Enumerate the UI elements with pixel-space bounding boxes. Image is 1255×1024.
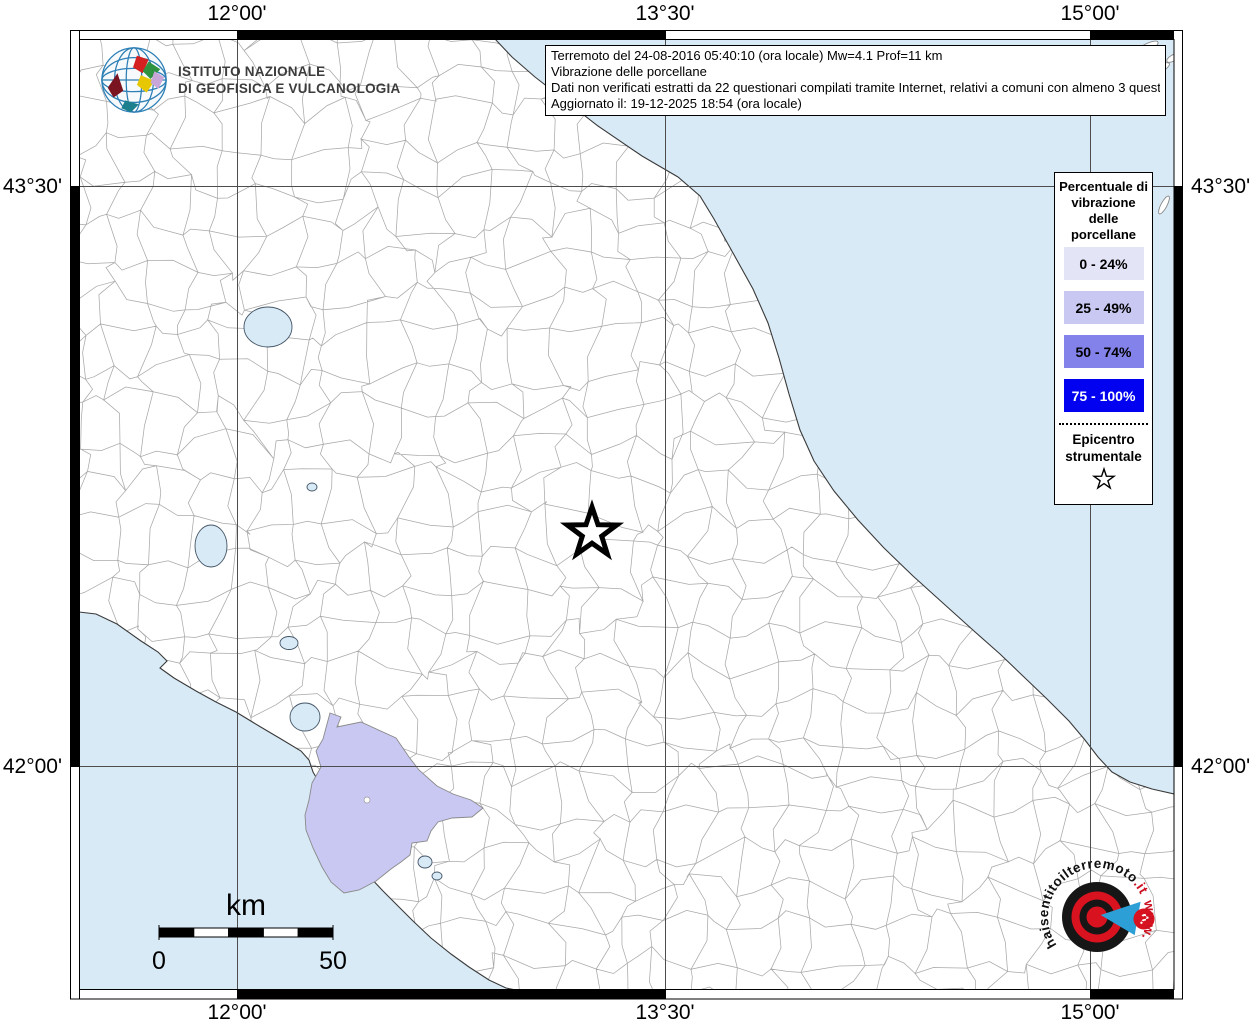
vatican-enclave [364,797,370,803]
lon-label-top-12: 12°00' [207,2,266,26]
map-subject: Vibrazione delle porcellane [551,64,1160,80]
lon-label-bottom-12: 12°00' [207,1001,266,1024]
ingv-logo: ISTITUTO NAZIONALE DI GEOFISICA E VULCAN… [98,44,400,116]
scale-bar: km 0 50 [146,885,356,977]
data-disclaimer: Dati non verificati estratti da 22 quest… [551,80,1160,96]
lon-label-bottom-1330: 13°30' [635,1001,694,1024]
lon-label-bottom-15: 15°00' [1060,1001,1119,1024]
ingv-globe-icon [98,44,170,116]
ingv-wordmark: ISTITUTO NAZIONALE DI GEOFISICA E VULCAN… [178,63,400,97]
lon-label-top-15: 15°00' [1060,2,1119,26]
lat-label-left-4330: 43°30' [0,175,62,199]
legend-bin-2: 50 - 74% [1064,335,1144,368]
lon-label-top-1330: 13°30' [635,2,694,26]
lat-label-right-4330: 43°30' [1191,175,1250,199]
legend-epicenter-label: Epicentro strumentale [1055,431,1152,465]
legend-bin-0: 0 - 24% [1064,247,1144,280]
lat-label-left-4200: 42°00' [0,755,62,779]
ingv-name-line2: DI GEOFISICA E VULCANOLOGIA [178,80,400,97]
legend-divider [1059,423,1148,425]
lake-trasimeno [244,307,292,347]
legend: Percentuale di vibrazione delle porcella… [1054,172,1153,505]
lake-vico [280,637,298,650]
scale-max: 50 [319,947,347,975]
event-info-box: Terremoto del 24-08-2016 05:40:10 (ora l… [545,45,1166,116]
map-area [24,0,1198,1024]
lake-nemi [432,872,442,880]
legend-title: Percentuale di vibrazione delle porcella… [1055,179,1152,247]
ingv-name-line1: ISTITUTO NAZIONALE [178,63,400,80]
scale-unit: km [226,889,266,922]
lake-corbara [307,483,317,491]
lake-bolsena [195,525,227,567]
haisentito-logo: ? haisentitoilterremoto.itwww. [1038,853,1172,987]
lat-label-right-4200: 42°00' [1191,755,1250,779]
legend-bin-1: 25 - 49% [1064,291,1144,324]
lake-bracciano [290,703,320,731]
event-summary: Terremoto del 24-08-2016 05:40:10 (ora l… [551,48,1160,64]
legend-epicenter-star-icon [1090,465,1118,491]
updated-at: Aggiornato il: 19-12-2025 18:54 (ora loc… [551,96,1160,112]
scale-min: 0 [152,947,166,975]
lake-albano [418,856,432,868]
hsit-map-page: 12°00' 13°30' 15°00' 12°00' 13°30' 15°00… [0,0,1255,1024]
legend-bin-3: 75 - 100% [1064,379,1144,412]
